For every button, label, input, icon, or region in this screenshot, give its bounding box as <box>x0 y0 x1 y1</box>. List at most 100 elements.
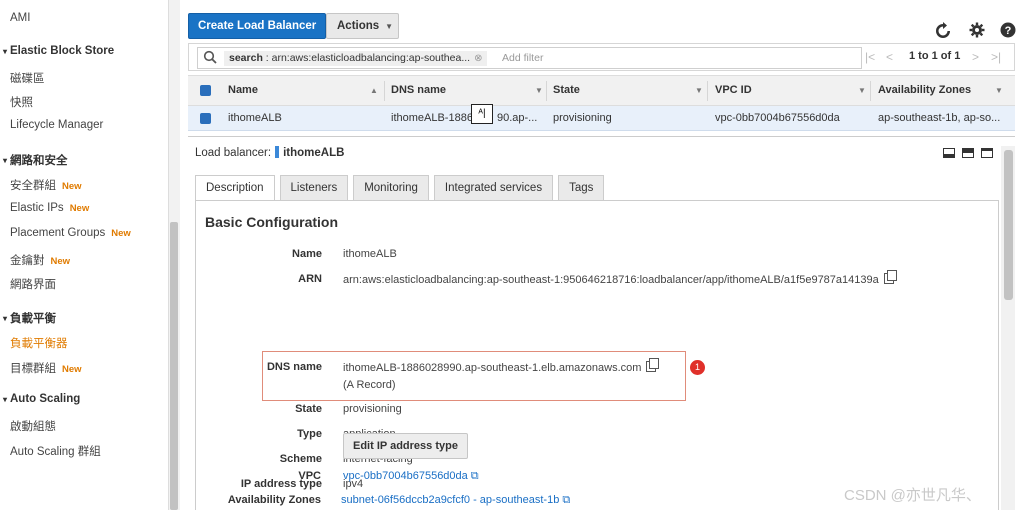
new-badge: New <box>111 228 131 239</box>
search-input[interactable]: search : arn:aws:elasticloadbalancing:ap… <box>197 47 862 69</box>
tab-listeners[interactable]: Listeners <box>279 175 349 201</box>
column-divider <box>870 81 871 101</box>
annotation-highlight-box <box>262 351 686 401</box>
tab-integrated-services[interactable]: Integrated services <box>433 175 554 201</box>
caret-down-icon: ▾ <box>2 313 7 323</box>
sidebar-item-key-pairs[interactable]: 金鑰對 New <box>10 252 70 268</box>
arn-text: arn:aws:elasticloadbalancing:ap-southeas… <box>343 274 879 286</box>
arn-label: ARN <box>298 273 322 285</box>
sidebar-item-volumes[interactable]: 磁碟區 <box>10 70 45 86</box>
search-filter-tag[interactable]: search : arn:aws:elasticloadbalancing:ap… <box>224 51 488 66</box>
sidebar-item-placement-groups[interactable]: Placement Groups New <box>10 227 131 239</box>
sidebar-scrollbar-thumb[interactable] <box>170 222 178 510</box>
last-page-icon[interactable]: >| <box>991 50 1001 64</box>
annotation-badge: 1 <box>690 360 705 375</box>
sort-icon[interactable]: ▼ <box>995 86 1003 95</box>
az-value[interactable]: subnet-06f56dccb2a9cfcf0 - ap-southeast-… <box>341 494 570 507</box>
svg-text:?: ? <box>1005 25 1012 37</box>
row-checkbox[interactable] <box>200 113 211 124</box>
column-header-dns[interactable]: DNS name <box>391 84 446 96</box>
caret-down-icon: ▾ <box>2 155 7 165</box>
new-badge: New <box>62 181 82 192</box>
dns-label: DNS name <box>266 361 322 373</box>
edit-ip-address-type-button[interactable]: Edit IP address type <box>343 433 468 459</box>
sort-asc-icon[interactable]: ▲ <box>370 86 378 95</box>
panel-minimize-icon[interactable] <box>943 148 955 158</box>
sidebar-item-elastic-ips[interactable]: Elastic IPs New <box>10 202 89 214</box>
copy-icon[interactable] <box>646 358 660 372</box>
external-link-icon[interactable]: ⧉ <box>471 470 479 483</box>
name-value: ithomeALB <box>343 248 397 260</box>
detail-title: Load balancer: ithomeALB <box>195 146 344 159</box>
description-panel: Basic Configuration Name ithomeALB ARN a… <box>195 200 999 510</box>
sidebar-item-lifecycle-manager[interactable]: Lifecycle Manager <box>10 119 103 131</box>
column-divider <box>707 81 708 101</box>
tab-description[interactable]: Description <box>195 175 275 201</box>
actions-dropdown-button[interactable]: Actions ▼ <box>326 13 399 39</box>
vpc-label: VPC <box>298 470 321 482</box>
arn-value: arn:aws:elasticloadbalancing:ap-southeas… <box>343 270 897 286</box>
external-link-icon[interactable]: ⧉ <box>562 494 570 507</box>
cell-dns-head: ithomeALB-1886 <box>391 112 473 124</box>
panel-maximize-icon[interactable] <box>981 148 993 158</box>
state-label: State <box>295 403 322 415</box>
sidebar-item-load-balancers[interactable]: 負載平衡器 <box>10 335 68 351</box>
sidebar-section-network[interactable]: ▾ 網路和安全 <box>0 152 68 168</box>
new-badge: New <box>69 203 90 214</box>
filter-bar: search : arn:aws:elasticloadbalancing:ap… <box>188 43 1015 71</box>
sidebar-item-label: 目標群組 <box>10 363 56 375</box>
sidebar-item-target-groups[interactable]: 目標群組 New <box>10 360 82 376</box>
cell-vpc: vpc-0bb7004b67556d0da <box>715 112 840 124</box>
sidebar-section-auto-scaling[interactable]: ▾ Auto Scaling <box>0 393 80 405</box>
sort-icon[interactable]: ▼ <box>695 86 703 95</box>
sidebar-item-network-interfaces[interactable]: 網路界面 <box>10 276 56 292</box>
subnet-link[interactable]: subnet-06f56dccb2a9cfcf0 - ap-southeast-… <box>341 494 559 506</box>
sidebar-item-security-groups[interactable]: 安全群組 New <box>10 177 82 193</box>
detail-tabs: Description Listeners Monitoring Integra… <box>195 175 609 201</box>
watermark: CSDN @亦世凡华、 <box>844 487 981 504</box>
sidebar-item-launch-configurations[interactable]: 啟動組態 <box>10 418 56 434</box>
tab-monitoring[interactable]: Monitoring <box>353 175 429 201</box>
column-header-name[interactable]: Name <box>228 84 258 96</box>
caret-down-icon: ▾ <box>2 394 7 404</box>
text-cursor-icon: ᴬ| <box>471 104 493 124</box>
sidebar-section-title: 負載平衡 <box>10 313 56 325</box>
first-page-icon[interactable]: |< <box>865 50 875 64</box>
main-scrollbar-thumb[interactable] <box>1004 150 1013 300</box>
sidebar-item-label: 網路界面 <box>10 279 56 291</box>
cell-dns-tail: 90.ap-... <box>496 112 538 124</box>
prev-page-icon[interactable]: < <box>886 50 893 64</box>
next-page-icon[interactable]: > <box>972 50 979 64</box>
panel-split-icon[interactable] <box>962 148 974 158</box>
sidebar-item-auto-scaling-groups[interactable]: Auto Scaling 群組 <box>10 443 101 459</box>
remove-filter-icon[interactable]: ⊗ <box>474 53 482 64</box>
sort-icon[interactable]: ▼ <box>858 86 866 95</box>
detail-panel: Load balancer: ithomeALB Description List… <box>188 136 1015 510</box>
vpc-link[interactable]: vpc-0bb7004b67556d0da <box>343 470 468 482</box>
create-load-balancer-button[interactable]: Create Load Balancer <box>188 13 327 39</box>
add-filter-placeholder[interactable]: Add filter <box>502 52 543 64</box>
tab-tags[interactable]: Tags <box>558 175 605 201</box>
vpc-value[interactable]: vpc-0bb7004b67556d0da ⧉ <box>343 470 479 483</box>
sidebar-item-ami[interactable]: AMI <box>10 12 30 24</box>
table-row[interactable]: ithomeALB ithomeALB-1886 90.ap-... provis… <box>188 106 1015 131</box>
lb-name: ithomeALB <box>283 147 345 159</box>
caret-down-icon: ▾ <box>2 46 7 56</box>
sidebar-item-snapshots[interactable]: 快照 <box>10 94 33 110</box>
dns-record-type: (A Record) <box>343 379 396 391</box>
sort-icon[interactable]: ▼ <box>535 86 543 95</box>
sidebar-item-label: 金鑰對 <box>10 255 45 267</box>
column-header-az[interactable]: Availability Zones <box>878 84 971 96</box>
gear-icon[interactable] <box>969 22 985 43</box>
new-badge: New <box>62 364 82 375</box>
sidebar-section-ebs[interactable]: ▾ Elastic Block Store <box>0 45 114 57</box>
column-header-vpc[interactable]: VPC ID <box>715 84 752 96</box>
sidebar-section-load-balancing[interactable]: ▾ 負載平衡 <box>0 310 56 326</box>
dns-value: ithomeALB-1886028990.ap-southeast-1.elb.… <box>343 358 660 374</box>
select-all-checkbox[interactable] <box>200 85 211 96</box>
copy-icon[interactable] <box>883 270 897 284</box>
help-icon[interactable]: ? <box>1000 22 1016 43</box>
refresh-icon[interactable] <box>934 22 952 45</box>
column-header-state[interactable]: State <box>553 84 580 96</box>
sidebar-item-label: 安全群組 <box>10 180 56 192</box>
